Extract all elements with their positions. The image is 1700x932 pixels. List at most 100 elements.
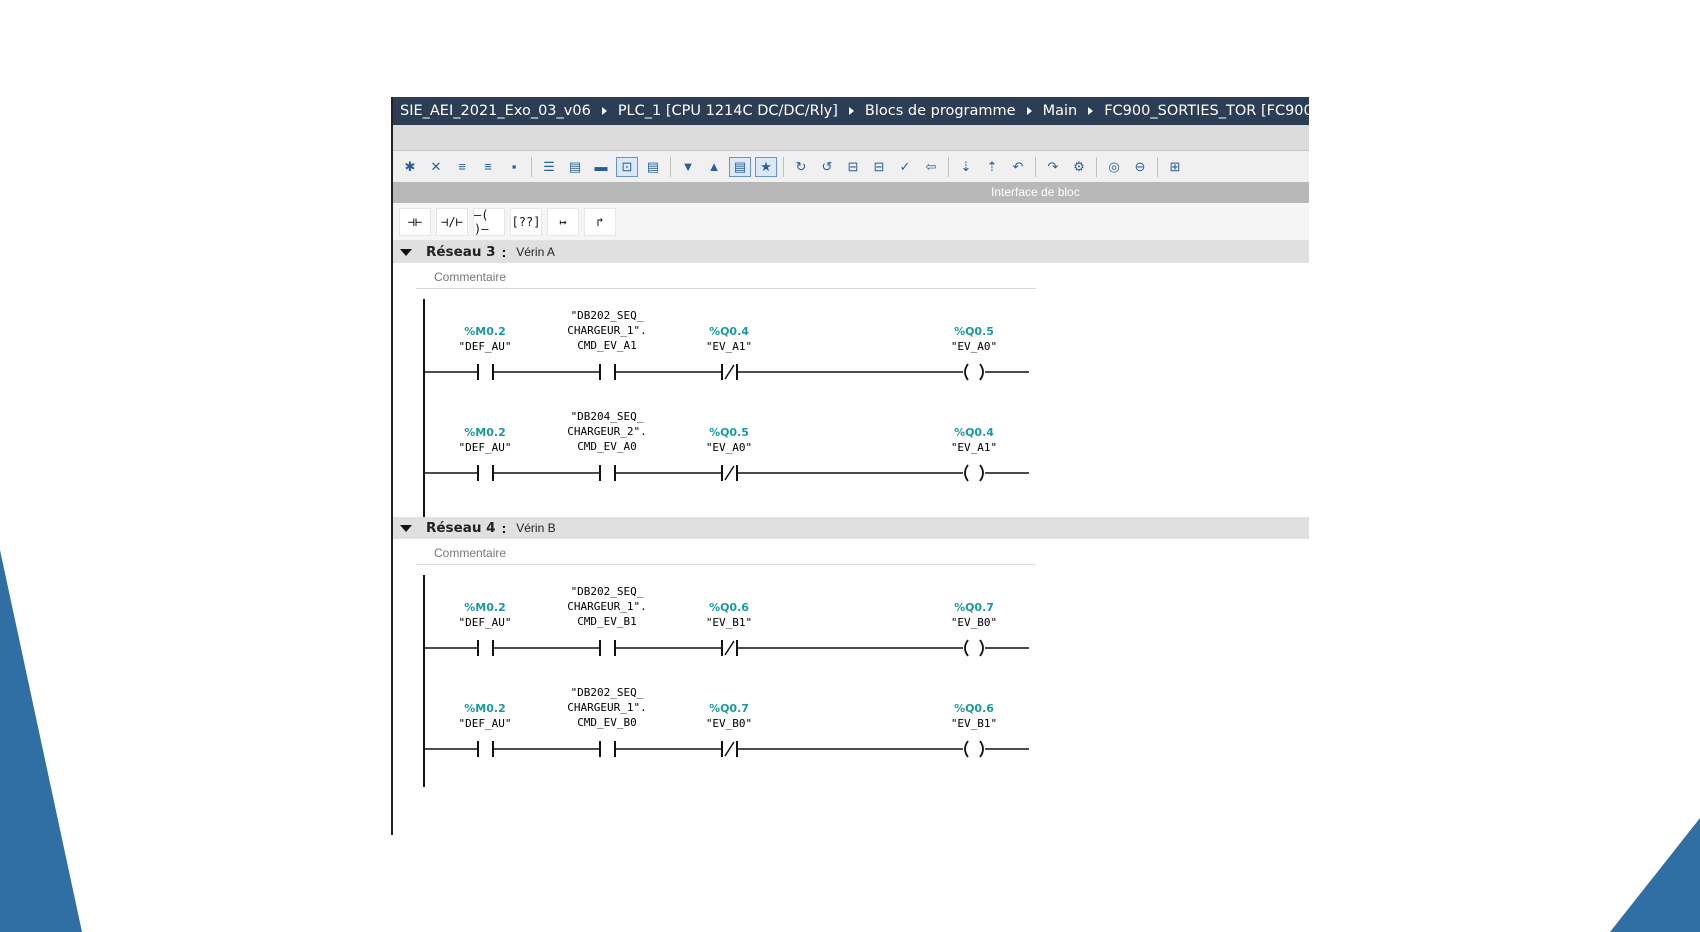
download-icon[interactable]: ⇦	[920, 157, 942, 177]
tia-editor-window: SIE_AEI_2021_Exo_03_v06 PLC_1 [CPU 1214C…	[391, 97, 1309, 835]
next-call-icon[interactable]: ⇡	[981, 157, 1003, 177]
close-all-networks-icon[interactable]: ▲	[703, 157, 725, 177]
operand-symbol: "DEF_AU"	[459, 616, 512, 629]
compare-icon[interactable]: ⊟	[868, 157, 890, 177]
no-contact[interactable]	[599, 364, 616, 380]
open-all-networks-icon[interactable]: ▼	[677, 157, 699, 177]
prev-error-icon[interactable]: ⊟	[842, 157, 864, 177]
coil-right	[979, 363, 984, 381]
call-hierarchy-icon[interactable]: ↷	[1042, 157, 1064, 177]
coil-button[interactable]: –( )–	[473, 207, 505, 236]
operand-symbol: "EV_A1"	[706, 340, 752, 353]
output-coil[interactable]	[964, 464, 984, 482]
insert-row-icon[interactable]: ≡	[451, 157, 473, 177]
collapse-arrow-icon[interactable]	[400, 524, 412, 532]
empty-box-button[interactable]: [??]	[510, 207, 542, 236]
bookmark-icon[interactable]: ★	[755, 156, 777, 177]
toolbar-separator	[531, 156, 532, 177]
break-icon[interactable]: ⊖	[1129, 157, 1151, 177]
nc-contact[interactable]	[721, 364, 738, 380]
coil-left	[964, 740, 969, 758]
network-colon: :	[501, 520, 507, 536]
show-lines-icon[interactable]: ▤	[729, 156, 751, 177]
output-coil[interactable]	[964, 363, 984, 381]
clear-icon[interactable]: ▪	[503, 157, 525, 177]
no-contact[interactable]	[599, 465, 616, 481]
coil-address: %Q0.7	[954, 601, 994, 614]
cross-ref-icon[interactable]: ⚙	[1068, 157, 1090, 177]
collapse-arrow-icon[interactable]	[400, 248, 412, 256]
operand-symbol: "DEF_AU"	[459, 441, 512, 454]
editor-toolbar: ✱ ✕ ≡ ≡ ▪ ☰ ▤ ▬ ⊡ ▤ ▼ ▲ ▤ ★ ↻ ↺ ⊟ ⊟ ✓ ⇦ ⇣ ⇡ ↶ ↷ ⚙ ◎ ⊖ ⊞	[393, 151, 1309, 182]
no-contact[interactable]	[599, 741, 616, 757]
networks-area: Réseau 3: Vérin A Commentaire %M0.2 "DEF_AU"…	[393, 241, 1309, 803]
breadcrumb-plc[interactable]: PLC_1 [CPU 1214C DC/DC/Rly]	[618, 103, 838, 119]
no-contact[interactable]	[477, 640, 494, 656]
watch-icon[interactable]: ◎	[1103, 157, 1125, 177]
operand-symbol: "EV_B0"	[706, 717, 752, 730]
coil-address: %Q0.4	[954, 426, 994, 439]
symbolic-view-icon[interactable]: ▤	[564, 157, 586, 177]
operand-symbol-line: CMD_EV_A1	[577, 339, 637, 352]
operand-address: %M0.2	[464, 601, 505, 614]
breadcrumb-project[interactable]: SIE_AEI_2021_Exo_03_v06	[400, 103, 591, 119]
no-contact-button[interactable]: ⊣⊢	[399, 207, 431, 236]
operand-address: %Q0.4	[709, 325, 749, 338]
rewiring-icon[interactable]: ↶	[1007, 157, 1029, 177]
delete-network-icon[interactable]: ✕	[425, 157, 447, 177]
network-header[interactable]: Réseau 4: Vérin B	[393, 517, 1309, 539]
operand-address: %Q0.5	[709, 426, 749, 439]
header-spacer	[393, 125, 1309, 151]
toolbar-separator	[1157, 156, 1158, 177]
operand-symbol-line: "DB202_SEQ_	[571, 309, 644, 322]
operand-symbol-line: CHARGEUR_1".	[567, 324, 646, 337]
breadcrumb-arrow-icon	[1088, 107, 1094, 115]
breadcrumb-main[interactable]: Main	[1043, 103, 1078, 119]
operand-symbol-line: CHARGEUR_1".	[567, 600, 646, 613]
coil-right	[979, 464, 984, 482]
close-branch-button[interactable]: ↱	[584, 207, 616, 236]
rung: %M0.2 "DEF_AU" "DB202_SEQ_ CHARGEUR_1". CMD_…	[424, 309, 1029, 381]
breadcrumb-block[interactable]: FC900_SORTIES_TOR [FC900]	[1104, 103, 1309, 119]
block-interface-bar[interactable]: Interface de bloc	[393, 182, 1309, 203]
network-comment[interactable]: Commentaire	[416, 539, 1036, 565]
abs-view-icon[interactable]: ☰	[538, 157, 560, 177]
toolbar-separator	[670, 156, 671, 177]
no-contact[interactable]	[477, 741, 494, 757]
output-coil[interactable]	[964, 639, 984, 657]
simulation-icon[interactable]: ⊞	[1164, 157, 1186, 177]
nc-contact[interactable]	[721, 741, 738, 757]
symbol-info-icon[interactable]: ▬	[590, 157, 612, 177]
append-row-icon[interactable]: ≡	[477, 157, 499, 177]
go-to-call-icon[interactable]: ⇣	[955, 157, 977, 177]
go-to-error-icon[interactable]: ↻	[790, 157, 812, 177]
no-contact[interactable]	[477, 364, 494, 380]
rung: %M0.2 "DEF_AU" "DB202_SEQ_ CHARGEUR_1". CMD_…	[424, 686, 1029, 758]
operand-symbol: "EV_A0"	[706, 441, 752, 454]
breadcrumb-arrow-icon	[601, 107, 607, 115]
nc-contact-button[interactable]: ⊣/⊢	[436, 207, 468, 236]
open-branch-button[interactable]: ↦	[547, 207, 579, 236]
operand-symbol-line: CMD_EV_B0	[577, 716, 637, 729]
no-contact[interactable]	[599, 640, 616, 656]
operand-symbol-line: CMD_EV_B1	[577, 615, 637, 628]
nc-contact[interactable]	[721, 640, 738, 656]
insert-network-icon[interactable]: ✱	[399, 157, 421, 177]
toolbar-separator	[1035, 156, 1036, 177]
breadcrumb-blocks[interactable]: Blocs de programme	[865, 103, 1016, 119]
next-error-icon[interactable]: ↺	[816, 157, 838, 177]
favorites-icon[interactable]: ▤	[642, 157, 664, 177]
monitor-icon[interactable]: ✓	[894, 157, 916, 177]
decor-right-triangle	[1610, 818, 1700, 932]
coil-address: %Q0.6	[954, 702, 994, 715]
network-comment[interactable]: Commentaire	[416, 263, 1036, 289]
nc-contact[interactable]	[721, 465, 738, 481]
operand-symbol: "DEF_AU"	[459, 340, 512, 353]
toolbar-separator	[1096, 156, 1097, 177]
comments-toggle-icon[interactable]: ⊡	[616, 156, 638, 177]
no-contact[interactable]	[477, 465, 494, 481]
network-header[interactable]: Réseau 3: Vérin A	[393, 241, 1309, 263]
ladder-instruction-bar: ⊣⊢ ⊣/⊢ –( )– [??] ↦ ↱	[393, 203, 1309, 241]
output-coil[interactable]	[964, 740, 984, 758]
network-colon: :	[501, 244, 507, 260]
